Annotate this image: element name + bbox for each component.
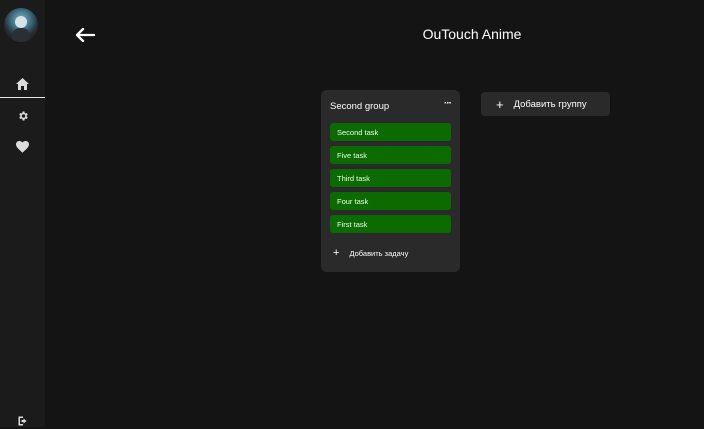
sidebar — [0, 0, 45, 427]
page-title: OuTouch Anime — [422, 26, 522, 42]
task-item[interactable]: Five task — [330, 146, 451, 164]
plus-icon: + — [496, 96, 504, 112]
heart-icon[interactable] — [0, 133, 45, 161]
avatar-face — [15, 16, 27, 28]
add-group-button[interactable]: + Добавить группу — [481, 92, 610, 116]
task-item[interactable]: Four task — [330, 192, 451, 210]
avatar-body — [12, 28, 30, 42]
home-icon[interactable] — [0, 70, 45, 98]
back-button[interactable] — [76, 26, 98, 44]
arrow-left-icon — [76, 28, 96, 42]
task-item[interactable]: Third task — [330, 169, 451, 187]
plus-icon: + — [333, 247, 340, 259]
group-title: Second group — [330, 101, 390, 112]
group-menu-button[interactable]: ··· — [444, 98, 452, 109]
avatar[interactable] — [4, 8, 38, 42]
task-item[interactable]: First task — [330, 215, 451, 233]
sidebar-divider — [0, 97, 45, 98]
task-item[interactable]: Second task — [330, 123, 451, 141]
add-task-button[interactable]: + Добавить задачу — [333, 248, 408, 259]
group-card: Second group ··· Second task Five task T… — [321, 90, 460, 272]
add-group-label: Добавить группу — [513, 98, 587, 110]
task-list: Second task Five task Third task Four ta… — [330, 123, 451, 238]
gear-icon[interactable] — [0, 102, 45, 130]
add-task-label: Добавить задачу — [349, 249, 409, 258]
